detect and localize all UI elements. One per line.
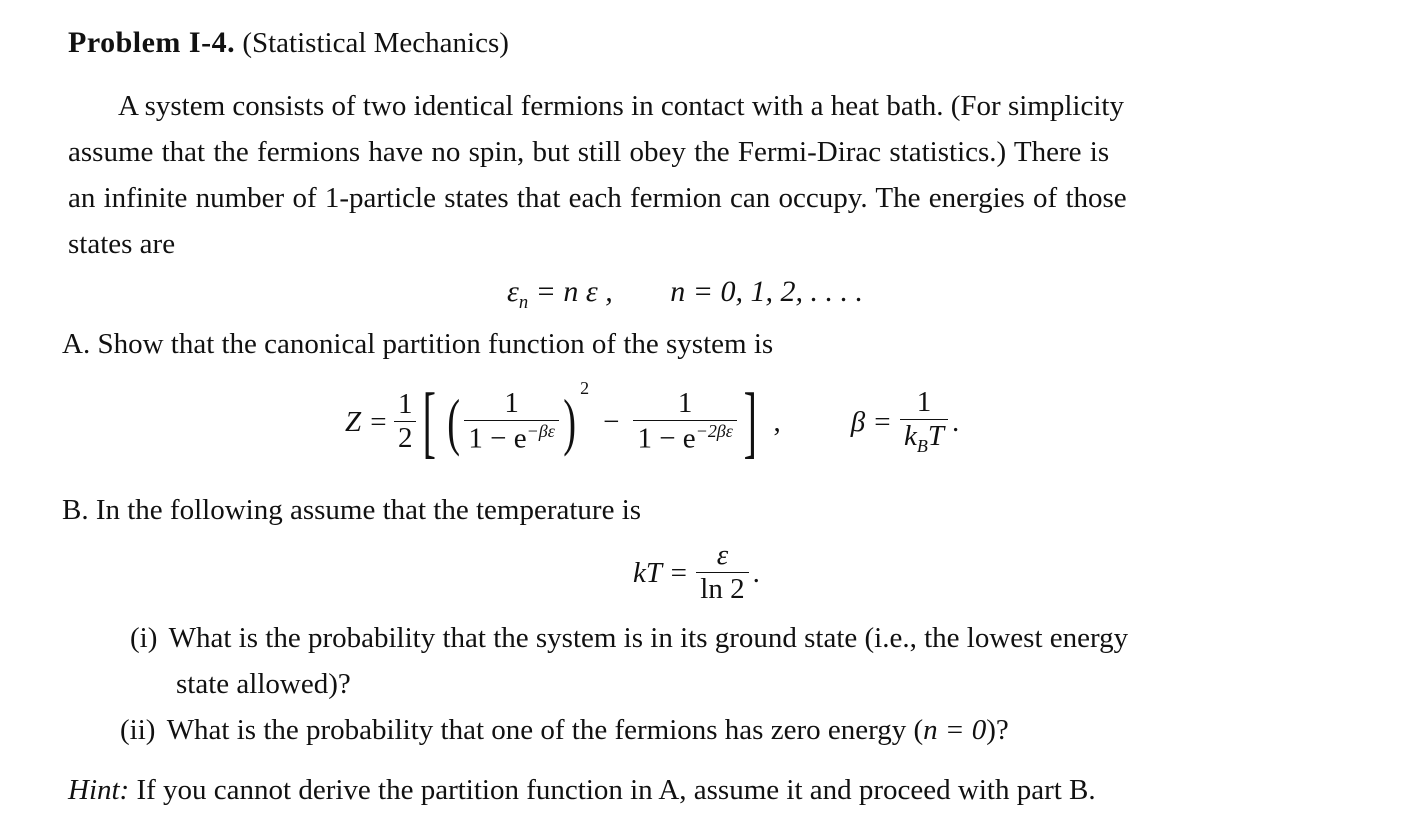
question-ii-marker: (ii)	[120, 714, 156, 746]
problem-label: Problem I-4.	[68, 26, 236, 59]
fraction-2: 1 1 − e−2βε	[633, 387, 737, 456]
temperature-period: .	[752, 556, 760, 589]
question-ii-math: n = 0	[923, 714, 987, 746]
hint: Hint: If you cannot derive the partition…	[68, 774, 1096, 807]
fraction-2-numerator: 1	[677, 387, 693, 420]
one-half-fraction: 1 2	[393, 387, 417, 455]
beta-fraction: 1 kBT	[899, 386, 948, 456]
intro-line-4: states are	[68, 228, 176, 260]
equation-period: .	[951, 405, 960, 438]
beta-denominator: kBT	[899, 419, 948, 456]
temperature-t: T	[927, 420, 944, 453]
question-ii-text: What is the probability that one of the …	[166, 714, 924, 746]
temperature-numerator: ε	[716, 539, 729, 571]
square-exponent: 2	[580, 378, 590, 398]
problem-subject: (Statistical Mechanics)	[242, 27, 509, 59]
temperature-fraction: ε ln 2	[696, 539, 749, 606]
intro-line-2: assume that the fermions have no spin, b…	[68, 136, 1110, 168]
minus-sign: −	[603, 405, 620, 438]
n-range: n = 0, 1, 2, . . . .	[670, 275, 863, 308]
partition-function-equation: Z = 1 2 [ ( 1 1 − e−βε ) 2 − 1 1 − e−2βε…	[345, 378, 960, 466]
hint-label: Hint:	[68, 774, 130, 806]
kt-lhs: kT =	[633, 556, 689, 589]
beta-lhs: β =	[850, 405, 892, 438]
problem-heading: Problem I-4. (Statistical Mechanics)	[68, 26, 509, 60]
intro-line-1: A system consists of two identical fermi…	[118, 90, 1124, 122]
half-denominator: 2	[393, 420, 417, 455]
fraction-2-den-base: 1 − e	[637, 422, 696, 455]
part-a-text: A. Show that the canonical partition fun…	[62, 328, 774, 360]
question-i: (i) What is the probability that the sys…	[130, 622, 1128, 655]
part-b-text: B. In the following assume that the temp…	[62, 494, 642, 526]
right-paren: )	[563, 386, 576, 457]
half-numerator: 1	[397, 387, 413, 420]
question-i-marker: (i)	[130, 622, 158, 654]
fraction-2-denominator: 1 − e−2βε	[633, 419, 737, 456]
fraction-1-numerator: 1	[504, 387, 519, 420]
equation-comma: ,	[773, 405, 781, 438]
epsilon-symbol: ε	[507, 275, 519, 308]
fraction-1-exponent: −βε	[526, 420, 555, 441]
energy-rhs: = n ε ,	[535, 275, 613, 308]
question-i-line-2: state allowed)?	[176, 668, 351, 700]
energy-equation: εn = n ε , n = 0, 1, 2, . . . .	[507, 275, 863, 314]
left-paren: (	[447, 386, 461, 457]
boltzmann-k: k	[903, 420, 917, 453]
left-bracket: [	[423, 378, 437, 466]
z-lhs: Z =	[345, 405, 388, 438]
fraction-2-exponent: −2βε	[695, 420, 733, 441]
beta-numerator: 1	[916, 386, 932, 419]
temperature-equation: kT = ε ln 2 .	[633, 539, 760, 606]
hint-text: If you cannot derive the partition funct…	[136, 774, 1096, 806]
temperature-denominator: ln 2	[696, 571, 749, 606]
question-ii: (ii) What is the probability that one of…	[120, 714, 1009, 747]
question-ii-end: )?	[986, 714, 1009, 746]
fraction-1-den-base: 1 − e	[468, 422, 527, 455]
intro-line-3: an infinite number of 1-particle states …	[68, 182, 1127, 214]
fraction-1: 1 1 − e−βε	[464, 387, 559, 456]
fraction-1-denominator: 1 − e−βε	[464, 419, 559, 456]
epsilon-subscript: n	[518, 292, 529, 313]
question-i-line-1: What is the probability that the system …	[168, 622, 1129, 654]
boltzmann-subscript: B	[916, 436, 928, 456]
right-bracket: ]	[743, 378, 757, 466]
